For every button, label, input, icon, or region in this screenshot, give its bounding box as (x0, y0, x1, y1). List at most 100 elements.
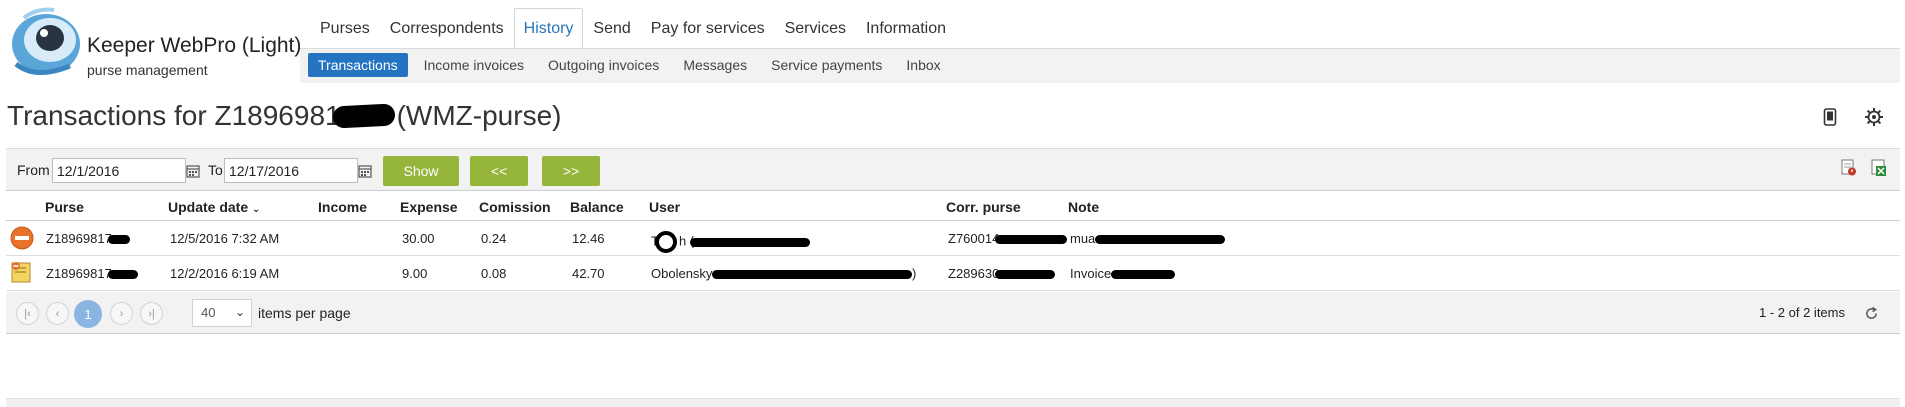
cell-user: Th ( (651, 231, 811, 253)
first-page-icon: |‹ (24, 307, 31, 320)
col-comission[interactable]: Comission (479, 199, 551, 215)
col-update-date-label: Update date (168, 199, 249, 215)
items-per-page-label: items per page (258, 305, 351, 321)
col-balance[interactable]: Balance (570, 199, 624, 215)
report-icon[interactable] (1838, 157, 1860, 179)
cell-purse: Z18969817 (46, 266, 138, 281)
cell-corr-purse-text: Z289630 (948, 266, 1000, 281)
cell-user-tail: ) (912, 266, 917, 281)
tab-purses[interactable]: Purses (310, 8, 380, 48)
cell-purse-text: Z18969817 (46, 266, 112, 281)
redaction-mark (995, 235, 1068, 245)
gear-icon[interactable] (1863, 106, 1885, 128)
cell-corr-purse: Z289630 (948, 266, 1056, 281)
app-title: Keeper WebPro (Light) (87, 34, 302, 57)
mobile-icon[interactable] (1819, 106, 1841, 128)
tab-history[interactable]: History (513, 8, 584, 49)
tab-correspondents[interactable]: Correspondents (380, 8, 514, 48)
chevron-down-icon: ⌄ (234, 305, 245, 319)
subtab-service-payments[interactable]: Service payments (759, 53, 894, 77)
col-expense[interactable]: Expense (400, 199, 458, 215)
cell-user-text: Obolensky (651, 266, 713, 281)
filter-toolbar: From To Show << >> (6, 148, 1900, 191)
pager-info: 1 - 2 of 2 items (1759, 305, 1845, 320)
from-date-input[interactable] (52, 158, 186, 183)
expense-icon (10, 226, 34, 250)
col-user[interactable]: User (649, 199, 680, 215)
last-page-button[interactable]: ›| (140, 302, 163, 325)
col-update-date[interactable]: Update date ⌄ (168, 199, 260, 215)
redaction-mark (654, 231, 677, 253)
redaction-mark (107, 235, 130, 245)
prev-period-button[interactable]: << (470, 156, 528, 186)
col-corr-purse[interactable]: Corr. purse (946, 199, 1021, 215)
main-nav: Purses Correspondents History Send Pay f… (310, 8, 956, 49)
to-label: To (208, 162, 223, 178)
subtab-transactions[interactable]: Transactions (308, 53, 408, 77)
cell-expense: 30.00 (402, 231, 435, 246)
table-row[interactable]: Z18969817 12/2/2016 6:19 AM 9.00 0.08 42… (6, 256, 1900, 291)
cell-comission: 0.24 (481, 231, 507, 246)
app-subtitle: purse management (87, 62, 208, 78)
tab-information[interactable]: Information (856, 8, 956, 48)
redaction-mark (1110, 270, 1175, 280)
next-period-button[interactable]: >> (542, 156, 600, 186)
last-page-icon: ›| (148, 307, 155, 320)
next-page-button[interactable]: › (110, 302, 133, 325)
cell-update-date: 12/2/2016 6:19 AM (170, 266, 280, 281)
from-label: From (17, 162, 50, 178)
subtab-income-invoices[interactable]: Income invoices (412, 53, 536, 77)
cell-purse-text: Z18969817 (46, 231, 112, 246)
page-title-prefix: Transactions for Z1896981 (7, 100, 341, 131)
tab-pay-for-services[interactable]: Pay for services (641, 8, 775, 48)
to-date-input[interactable] (224, 158, 358, 183)
cell-note-text: mua (1070, 231, 1096, 246)
sub-nav: Transactions Income invoices Outgoing in… (308, 53, 953, 77)
invoice-icon (11, 262, 31, 283)
chevron-right-icon: › (119, 307, 124, 320)
cell-comission: 0.08 (481, 266, 507, 281)
redaction-mark (690, 237, 811, 247)
cell-note: mua (1070, 231, 1225, 246)
cell-balance: 12.46 (572, 231, 605, 246)
keeper-logo-icon (12, 7, 80, 75)
redaction-mark (995, 270, 1056, 280)
col-note[interactable]: Note (1068, 199, 1099, 215)
tab-send[interactable]: Send (583, 8, 640, 48)
redaction-mark (107, 270, 138, 280)
excel-export-icon[interactable] (1868, 157, 1890, 179)
show-button[interactable]: Show (383, 156, 459, 186)
subtab-messages[interactable]: Messages (671, 53, 759, 77)
cell-update-date: 12/5/2016 7:32 AM (170, 231, 280, 246)
subtab-outgoing-invoices[interactable]: Outgoing invoices (536, 53, 671, 77)
page-title: Transactions for Z1896981 (WMZ-purse) (7, 100, 561, 132)
col-income[interactable]: Income (318, 199, 367, 215)
cell-purse: Z18969817 (46, 231, 130, 246)
col-purse[interactable]: Purse (45, 199, 84, 215)
page-number-current[interactable]: 1 (74, 300, 102, 328)
page-size-value: 40 (201, 305, 216, 320)
first-page-button[interactable]: |‹ (16, 302, 39, 325)
pager: |‹ ‹ 1 › ›| 40 ⌄ items per page 1 - 2 of… (6, 292, 1900, 334)
grid-header: Purse Update date ⌄ Income Expense Comis… (6, 192, 1900, 221)
page-size-select[interactable]: 40 ⌄ (192, 299, 252, 327)
cell-corr-purse-text: Z760014 (948, 231, 1000, 246)
prev-page-button[interactable]: ‹ (46, 302, 69, 325)
subtab-inbox[interactable]: Inbox (894, 53, 952, 77)
redaction-mark (1094, 235, 1225, 245)
redaction-mark (332, 103, 396, 129)
sort-down-icon: ⌄ (252, 204, 261, 215)
cell-note-text: Invoice (1070, 266, 1112, 281)
refresh-icon[interactable] (1860, 302, 1882, 324)
cell-balance: 42.70 (572, 266, 605, 281)
table-row[interactable]: Z18969817 12/5/2016 7:32 AM 30.00 0.24 1… (6, 221, 1900, 256)
chevron-left-icon: ‹ (55, 307, 60, 320)
cell-note: Invoice (1070, 266, 1175, 281)
cell-user: Obolensky ) (651, 266, 916, 281)
redaction-mark (712, 270, 913, 280)
tab-services[interactable]: Services (775, 8, 856, 48)
cell-corr-purse: Z760014 (948, 231, 1068, 246)
calendar-icon[interactable] (182, 158, 204, 183)
calendar-icon[interactable] (354, 158, 376, 183)
bottom-panel (6, 398, 1900, 407)
